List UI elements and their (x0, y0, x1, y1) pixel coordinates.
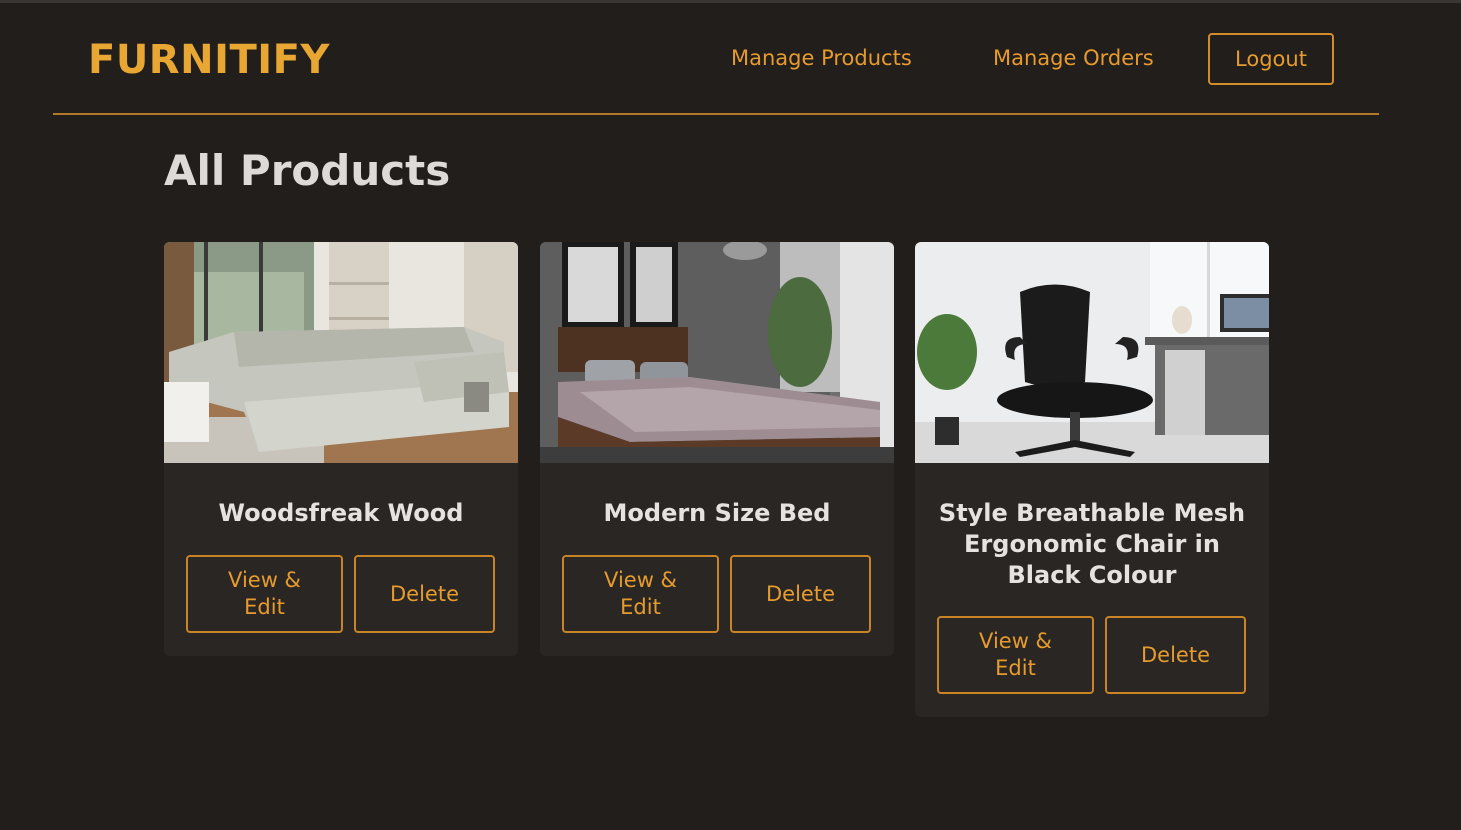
product-card: Modern Size Bed View & Edit Delete (540, 242, 894, 656)
product-title: Style Breathable Mesh Ergonomic Chair in… (938, 499, 1246, 589)
site-header: FURNITIFY Manage Products Manage Orders … (53, 3, 1379, 115)
delete-button[interactable]: Delete (730, 555, 871, 633)
view-edit-button[interactable]: View & Edit (937, 616, 1094, 694)
view-edit-button[interactable]: View & Edit (562, 555, 719, 633)
product-image-bed (540, 242, 894, 463)
product-title: Modern Size Bed (603, 499, 831, 527)
view-edit-button[interactable]: View & Edit (186, 555, 343, 633)
delete-button[interactable]: Delete (354, 555, 495, 633)
logo[interactable]: FURNITIFY (88, 37, 330, 83)
product-image-chair (915, 242, 1269, 463)
product-image-sofa (164, 242, 518, 463)
product-card: Style Breathable Mesh Ergonomic Chair in… (915, 242, 1269, 717)
product-card: Woodsfreak Wood View & Edit Delete (164, 242, 518, 656)
nav-manage-products[interactable]: Manage Products (731, 46, 912, 70)
product-title: Woodsfreak Wood (218, 499, 464, 527)
nav-manage-orders[interactable]: Manage Orders (993, 46, 1154, 70)
logout-button[interactable]: Logout (1208, 33, 1334, 85)
delete-button[interactable]: Delete (1105, 616, 1246, 694)
page-title: All Products (164, 146, 451, 195)
